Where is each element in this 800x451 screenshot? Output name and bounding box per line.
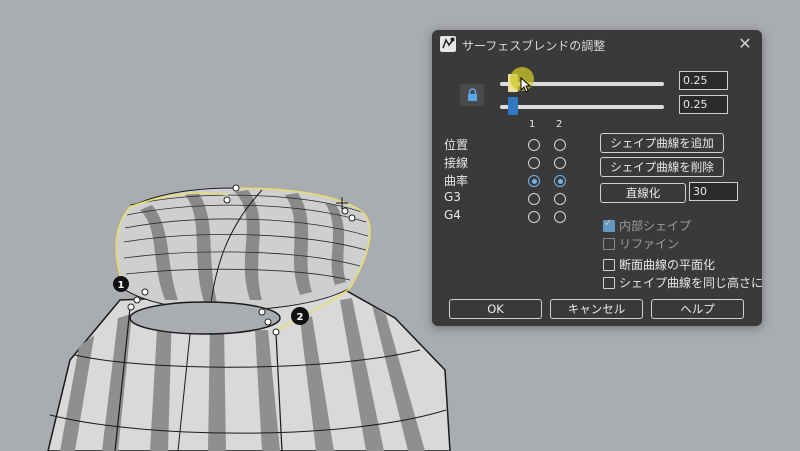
close-icon[interactable]: ✕ bbox=[736, 35, 754, 53]
marker-1-label: 1 bbox=[118, 280, 125, 291]
lock-sliders-button[interactable] bbox=[460, 84, 484, 106]
remove-shape-curve-button[interactable]: シェイプ曲線を削除 bbox=[600, 157, 724, 177]
row-label-g4: G4 bbox=[444, 208, 461, 222]
refine-label: リファイン bbox=[619, 237, 680, 251]
row-label-tangency: 接線 bbox=[444, 156, 469, 170]
dialog-title: サーフェスブレンドの調整 bbox=[462, 39, 606, 53]
radio-position-1[interactable] bbox=[528, 139, 540, 151]
ok-button[interactable]: OK bbox=[449, 299, 542, 319]
radio-curvature-1[interactable] bbox=[528, 175, 540, 187]
radio-tangency-2[interactable] bbox=[554, 157, 566, 169]
inner-shape-checkbox[interactable] bbox=[603, 218, 615, 232]
add-shape-curve-button[interactable]: シェイプ曲線を追加 bbox=[600, 133, 724, 153]
adjust-surface-blend-dialog: サーフェスブレンドの調整 ✕ 0.25 0.25 1 2 位置 接線 曲率 G3… bbox=[432, 30, 764, 326]
cancel-button[interactable]: キャンセル bbox=[550, 299, 643, 319]
slider-1-value[interactable]: 0.25 bbox=[679, 71, 728, 90]
row-label-g3: G3 bbox=[444, 190, 461, 204]
help-button[interactable]: ヘルプ bbox=[651, 299, 744, 319]
marker-2-label: 2 bbox=[297, 312, 304, 323]
planar-sections-checkbox[interactable] bbox=[603, 259, 615, 271]
slider-2-thumb[interactable] bbox=[508, 97, 518, 115]
radio-curvature-2[interactable] bbox=[554, 175, 566, 187]
same-height-checkbox[interactable] bbox=[603, 277, 615, 289]
planar-sections-label: 断面曲線の平面化 bbox=[619, 258, 716, 272]
row-label-position: 位置 bbox=[444, 138, 469, 152]
marker-2[interactable]: 2 bbox=[291, 307, 309, 325]
row-label-curvature: 曲率 bbox=[444, 174, 469, 188]
radio-g3-1[interactable] bbox=[528, 193, 540, 205]
mouse-pointer-icon bbox=[520, 77, 532, 93]
refine-checkbox[interactable] bbox=[603, 238, 615, 250]
straighten-button[interactable]: 直線化 bbox=[600, 183, 686, 203]
radio-tangency-1[interactable] bbox=[528, 157, 540, 169]
inner-shape-label: 内部シェイプ bbox=[619, 219, 692, 233]
radio-g4-2[interactable] bbox=[554, 211, 566, 223]
column-header-1: 1 bbox=[529, 119, 536, 130]
radio-g3-2[interactable] bbox=[554, 193, 566, 205]
radio-position-2[interactable] bbox=[554, 139, 566, 151]
rhino-app-icon bbox=[440, 36, 456, 52]
same-height-label: シェイプ曲線を同じ高さに bbox=[619, 276, 764, 290]
dialog-titlebar[interactable]: サーフェスブレンドの調整 ✕ bbox=[432, 30, 762, 60]
slider-2-value[interactable]: 0.25 bbox=[679, 95, 728, 114]
lock-icon bbox=[468, 88, 477, 101]
slider-2-track[interactable] bbox=[500, 105, 664, 109]
marker-1[interactable]: 1 bbox=[113, 276, 129, 292]
radio-g4-1[interactable] bbox=[528, 211, 540, 223]
column-header-2: 2 bbox=[556, 119, 563, 130]
cone-surface bbox=[47, 187, 451, 451]
straighten-value[interactable]: 30 bbox=[689, 182, 738, 201]
